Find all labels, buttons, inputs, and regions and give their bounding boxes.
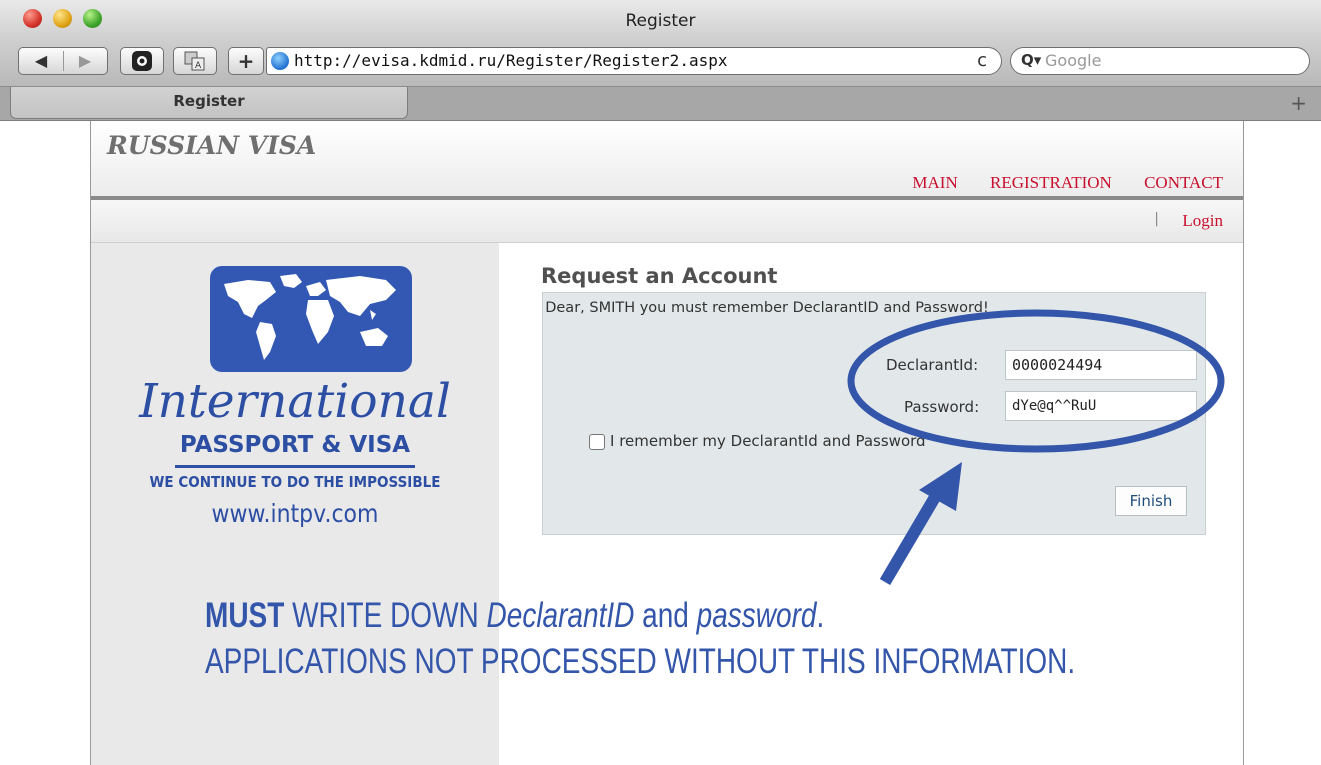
world-map-icon bbox=[210, 266, 412, 372]
declarant-id-field[interactable]: 0000024494 bbox=[1005, 350, 1197, 380]
declarant-id-label: DeclarantId: bbox=[886, 356, 979, 374]
window-title: Register bbox=[625, 11, 696, 31]
brand-script-text: International bbox=[139, 374, 451, 429]
reader-button[interactable]: A bbox=[173, 47, 217, 75]
top-sites-icon bbox=[132, 51, 152, 71]
finish-button[interactable]: Finish bbox=[1115, 486, 1187, 516]
tab-register[interactable]: Register bbox=[10, 87, 408, 119]
password-field[interactable]: dYe@q^^RuU bbox=[1005, 391, 1197, 421]
site-title: RUSSIAN VISA bbox=[107, 131, 317, 160]
nav-registration[interactable]: REGISTRATION bbox=[990, 173, 1112, 192]
new-tab-icon[interactable]: + bbox=[1290, 91, 1307, 115]
url-text[interactable]: http://evisa.kdmid.ru/Register/Register2… bbox=[294, 51, 727, 70]
notice-and: and bbox=[634, 596, 697, 635]
password-label: Password: bbox=[904, 398, 980, 416]
notice-line-1: MUST WRITE DOWN DeclarantID and password… bbox=[205, 596, 824, 636]
reload-icon[interactable]: c bbox=[977, 50, 987, 71]
window-titlebar: Register bbox=[0, 0, 1321, 41]
form-message: Dear, SMITH you must remember DeclarantI… bbox=[545, 300, 989, 316]
notice-line-2: APPLICATIONS NOT PROCESSED WITHOUT THIS … bbox=[205, 642, 1076, 681]
sidebar-ad: International PASSPORT & VISA WE CONTINU… bbox=[91, 243, 499, 765]
nav-main[interactable]: MAIN bbox=[912, 173, 957, 192]
tab-bar: Register + bbox=[0, 87, 1321, 121]
sub-header: | Login bbox=[91, 200, 1243, 243]
remember-checkbox[interactable] bbox=[589, 434, 605, 450]
brand-name: PASSPORT & VISA bbox=[179, 432, 411, 458]
main-nav: MAIN REGISTRATION CONTACT bbox=[884, 173, 1223, 193]
search-field[interactable]: Q▾ Google bbox=[1010, 47, 1310, 75]
login-link[interactable]: Login bbox=[1182, 211, 1223, 231]
back-button[interactable]: ◀ bbox=[19, 48, 63, 74]
divider: | bbox=[1154, 211, 1159, 227]
add-bookmark-button[interactable]: + bbox=[228, 47, 264, 75]
divider bbox=[175, 465, 415, 468]
notice-password: password bbox=[696, 596, 817, 635]
top-sites-button[interactable] bbox=[120, 47, 164, 75]
translate-icon: A bbox=[184, 51, 205, 71]
form-title: Request an Account bbox=[541, 264, 778, 288]
divider bbox=[63, 51, 64, 71]
address-bar[interactable]: http://evisa.kdmid.ru/Register/Register2… bbox=[266, 47, 1002, 75]
globe-icon bbox=[271, 52, 289, 70]
nav-contact[interactable]: CONTACT bbox=[1144, 173, 1223, 192]
forward-button[interactable]: ▶ bbox=[63, 48, 107, 74]
back-forward-control: ◀ ▶ bbox=[18, 47, 108, 75]
remember-label: I remember my DeclarantId and Password bbox=[610, 432, 926, 450]
brand-slogan: WE CONTINUE TO DO THE IMPOSSIBLE bbox=[149, 473, 441, 491]
search-icon: Q▾ bbox=[1021, 51, 1042, 69]
notice-write-down: WRITE DOWN bbox=[284, 596, 487, 635]
notice-declarant: DeclarantID bbox=[486, 596, 635, 635]
brand-url[interactable]: www.intpv.com bbox=[115, 499, 474, 528]
search-placeholder: Google bbox=[1045, 51, 1102, 70]
notice-period: . bbox=[816, 596, 825, 635]
account-form: Dear, SMITH you must remember DeclarantI… bbox=[542, 292, 1206, 535]
svg-text:A: A bbox=[195, 61, 202, 71]
site-header: RUSSIAN VISA MAIN REGISTRATION CONTACT bbox=[91, 121, 1243, 200]
notice-must: MUST bbox=[205, 596, 285, 635]
browser-toolbar: ◀ ▶ A + http://evisa.kdmid.ru/Register/Re… bbox=[0, 40, 1321, 87]
